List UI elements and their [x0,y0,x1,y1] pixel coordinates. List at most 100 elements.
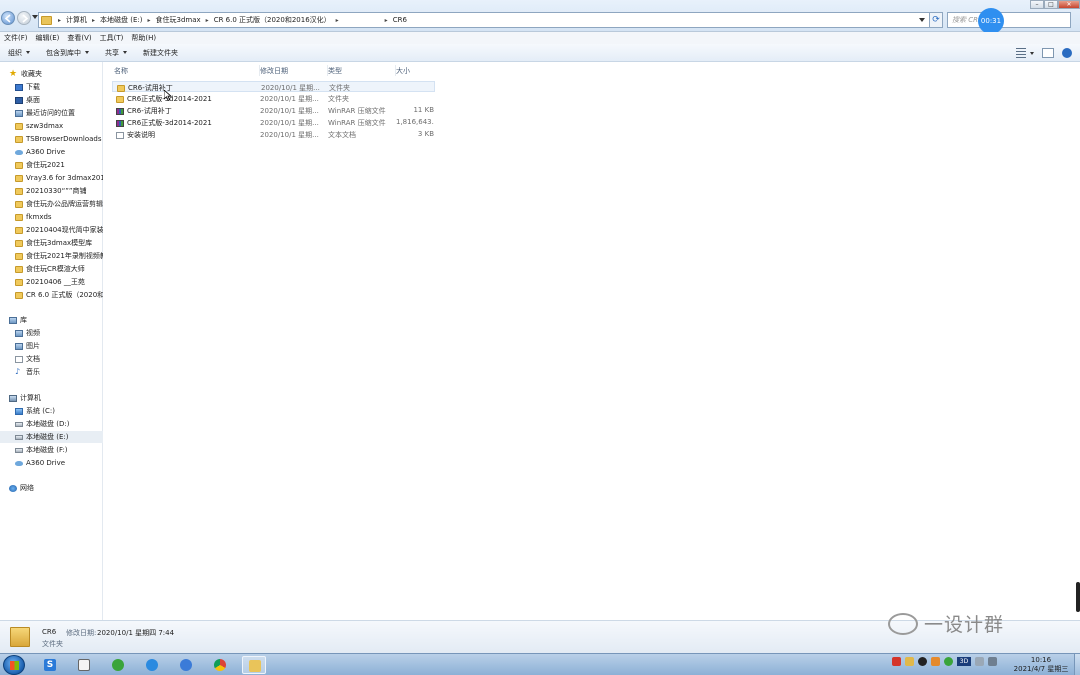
chevron-right-icon[interactable]: ▸ [334,17,341,24]
sidebar-item-music[interactable]: ♪ 音乐 [0,366,103,378]
sidebar-item-favorite[interactable]: 20210330“””商铺 [0,185,103,197]
back-button[interactable] [1,11,15,25]
sidebar-item-label: 食住玩3dmax模型库 [26,239,93,247]
folder-icon [15,239,23,247]
file-name: CR6正式版-3d2014-2021 [127,119,212,127]
sidebar-item-recent[interactable]: 最近访问的位置 [0,107,103,119]
chevron-right-icon[interactable]: ▸ [56,17,63,24]
sidebar-item-favorite[interactable]: 食住玩3dmax模型库 [0,237,103,249]
table-row[interactable]: CR6-试用补丁 2020/10/1 星期... 文件夹 [112,81,435,92]
chevron-down-icon[interactable] [1030,51,1034,55]
taskbar-app-chrome[interactable] [208,656,232,674]
taskbar-clock[interactable]: 10:16 2021/4/7 星期三 [1012,656,1070,674]
sidebar-item-favorite[interactable]: Vray3.6 for 3dmax2016 [0,172,103,184]
app-tray-icon[interactable] [931,657,940,666]
search-input[interactable]: 搜索 CR6 [947,12,1071,28]
column-header-type[interactable]: 类型 [328,65,396,76]
sidebar-libraries[interactable]: 库 [0,314,103,326]
sidebar-item-drive-c[interactable]: 系统 (C:) [0,405,103,417]
breadcrumb-drive-e[interactable]: 本地磁盘 (E:) [97,15,145,25]
sidebar-item-videos[interactable]: 视频 [0,327,103,339]
sogou-icon: S [44,659,56,671]
taskbar-app-baidu[interactable] [174,656,198,674]
sidebar-item-favorite[interactable]: CR 6.0 正式版（2020和2 [0,289,103,301]
sidebar-item-a360-drive[interactable]: A360 Drive [0,457,103,469]
taskbar-app-ie[interactable] [140,656,164,674]
table-row[interactable]: CR6正式版-3d2014-2021 2020/10/1 星期... 文件夹 [112,93,435,104]
taskbar-app-browser[interactable] [106,656,130,674]
sidebar-item-favorite[interactable]: szw3dmax [0,120,103,132]
minimize-button[interactable]: – [1030,0,1044,9]
chevron-right-icon[interactable]: ▸ [383,17,390,24]
sidebar-item-label: 音乐 [26,368,40,376]
breadcrumb-cr6[interactable]: CR6 [390,16,410,24]
address-dropdown[interactable] [919,18,925,22]
organize-button[interactable]: 组织 [8,48,30,58]
sidebar-item-downloads[interactable]: 下载 [0,81,103,93]
column-header-size[interactable]: 大小 [396,65,436,76]
ime-mode-icon[interactable] [905,657,914,666]
help-icon[interactable] [1062,48,1072,58]
sidebar-item-favorite[interactable]: 20210406 __王苑 [0,276,103,288]
chevron-right-icon[interactable]: ▸ [204,17,211,24]
sidebar-item-a360[interactable]: A360 Drive [0,146,103,158]
breadcrumb-cr60[interactable]: CR 6.0 正式版（2020和2016汉化） [211,15,334,25]
column-header-date[interactable]: 修改日期 [260,65,328,76]
notepad-icon [78,659,90,671]
sidebar-network[interactable]: 网络 [0,482,103,494]
sidebar-computer[interactable]: 计算机 [0,392,103,404]
sidebar-item-drive-f[interactable]: 本地磁盘 (F:) [0,444,103,456]
taskbar-app-explorer[interactable] [242,656,266,674]
sidebar-item-favorite[interactable]: 食住玩2021 [0,159,103,171]
sidebar-item-favorite[interactable]: fkmxds [0,211,103,223]
address-box[interactable]: ▸ 计算机 ▸ 本地磁盘 (E:) ▸ 食住玩3dmax ▸ CR 6.0 正式… [38,12,930,28]
sidebar-item-documents[interactable]: 文档 [0,353,103,365]
table-row[interactable]: CR6-试用补丁 2020/10/1 星期... WinRAR 压缩文件 11 … [112,105,435,116]
show-desktop-button[interactable] [1074,654,1080,675]
share-button[interactable]: 共享 [105,48,127,58]
sogou-ime-icon[interactable] [892,657,901,666]
sidebar-item-favorite[interactable]: 食住玩CR模渲大师 [0,263,103,275]
refresh-button[interactable]: ⟳ [930,12,943,28]
chevron-right-icon[interactable]: ▸ [90,17,97,24]
sidebar-item-favorite[interactable]: 食住玩办公品牌运营剪辑 [0,198,103,210]
table-row[interactable]: 安装说明 2020/10/1 星期... 文本文档 3 KB [112,129,435,140]
sidebar-item-favorite[interactable]: 食住玩2021年录制视频教 [0,250,103,262]
sidebar-item-desktop[interactable]: 桌面 [0,94,103,106]
taskbar-app-notepad[interactable] [72,656,96,674]
sidebar-item-pictures[interactable]: 图片 [0,340,103,352]
qq-icon[interactable] [918,657,927,666]
scrollbar-thumb[interactable] [1076,582,1080,612]
menu-tools[interactable]: 工具(T) [100,33,124,43]
sidebar-item-favorite[interactable]: 20210404现代简中家装[ [0,224,103,236]
preview-pane-icon[interactable] [1042,48,1054,58]
tray-3d-icon[interactable]: 3D [957,657,971,666]
sidebar-item-label: 食住玩办公品牌运营剪辑 [26,200,103,208]
chevron-right-icon[interactable]: ▸ [146,17,153,24]
breadcrumb-computer[interactable]: 计算机 [63,15,90,25]
new-folder-button[interactable]: 新建文件夹 [143,48,178,58]
menu-edit[interactable]: 编辑(E) [36,33,60,43]
breadcrumb-3dmax[interactable]: 食住玩3dmax [153,15,204,25]
maximize-button[interactable]: □ [1044,0,1058,9]
wechat-icon[interactable] [944,657,953,666]
sidebar-favorites[interactable]: ★ 收藏夹 [0,68,103,80]
volume-icon[interactable] [988,657,997,666]
sidebar-item-drive-d[interactable]: 本地磁盘 (D:) [0,418,103,430]
close-button[interactable]: ✕ [1058,0,1080,9]
start-button[interactable] [3,655,25,675]
view-options-icon[interactable] [1016,48,1026,58]
sidebar-item-drive-e[interactable]: 本地磁盘 (E:) [0,431,103,443]
picture-library-icon [15,342,23,350]
menu-view[interactable]: 查看(V) [67,33,91,43]
column-header-name[interactable]: 名称 [112,65,260,76]
include-in-library-button[interactable]: 包含到库中 [46,48,89,58]
table-row[interactable]: CR6正式版-3d2014-2021 2020/10/1 星期... WinRA… [112,117,435,128]
menu-help[interactable]: 帮助(H) [131,33,156,43]
network-icon[interactable] [975,657,984,666]
taskbar-app-sogou[interactable]: S [38,656,62,674]
menu-file[interactable]: 文件(F) [4,33,28,43]
sidebar-item-favorite[interactable]: TSBrowserDownloads [0,133,103,145]
forward-button[interactable] [17,11,31,25]
file-date: 2020/10/1 星期... [260,131,319,139]
